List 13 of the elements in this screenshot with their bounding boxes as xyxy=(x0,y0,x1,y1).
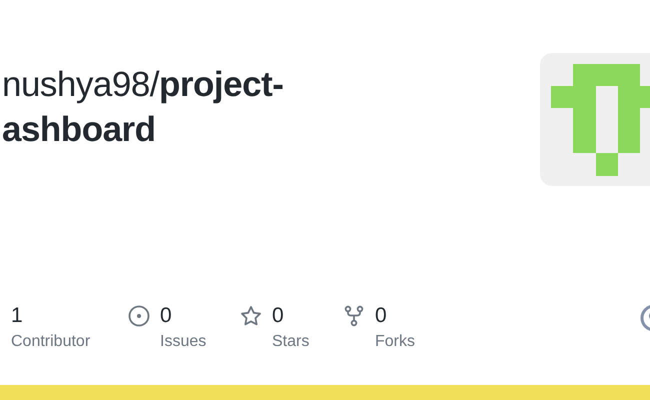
stat-count: 0 xyxy=(375,303,388,329)
fork-icon xyxy=(343,305,365,327)
stat-count: 0 xyxy=(272,303,285,329)
stat-label: Contributor xyxy=(11,332,90,352)
stat-label: Stars xyxy=(272,332,310,352)
stat-count: 1 xyxy=(11,303,24,329)
stat-count: 0 xyxy=(160,303,173,329)
stat-label: Issues xyxy=(160,332,206,352)
issue-icon xyxy=(128,305,150,327)
stat-label: Forks xyxy=(375,332,415,352)
repo-title-line: ashboard xyxy=(2,109,157,151)
star-icon xyxy=(240,305,262,327)
repo-title-line: nushya98/project- xyxy=(2,64,284,106)
